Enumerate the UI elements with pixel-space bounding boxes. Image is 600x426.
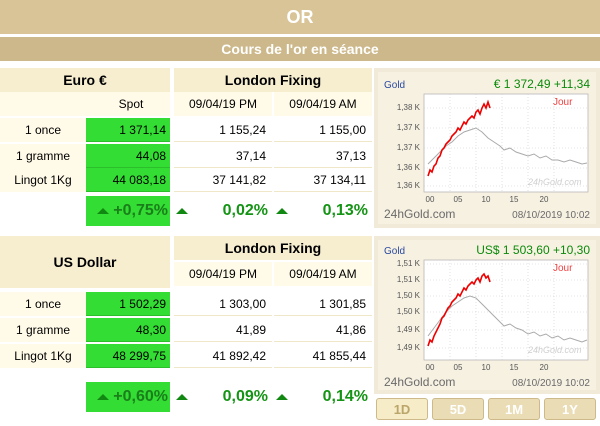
- euro-spot-change: +0,75%: [86, 196, 170, 226]
- usd-row-label: Lingot 1Kg: [0, 344, 86, 368]
- euro-pm-value: 37 141,82: [174, 168, 272, 192]
- usd-x-tick: 20: [540, 363, 549, 372]
- euro-row-label: 1 once: [0, 118, 86, 142]
- usd-y-tick: 1,50 K: [397, 291, 421, 300]
- euro-pm-value: 37,14: [174, 144, 272, 168]
- usd-am-change: 0,14%: [274, 382, 372, 412]
- euro-pm-value: 1 155,24: [174, 118, 272, 142]
- up-arrow-icon: [176, 393, 188, 400]
- euro-spot-value: 44 083,18: [86, 168, 170, 192]
- usd-x-tick: 05: [454, 363, 463, 372]
- period-button-1y[interactable]: 1Y: [544, 398, 596, 420]
- euro-gold-chart: Gold € 1 372,49 +11,34 1,38 K 1,37 K 1,3…: [374, 68, 600, 228]
- euro-footer-brand: 24hGold.com: [384, 207, 455, 221]
- usd-pm-change: 0,09%: [174, 382, 272, 412]
- euro-am-change: 0,13%: [274, 196, 372, 226]
- euro-spot-label: Spot: [0, 92, 170, 116]
- euro-pm-change: 0,02%: [174, 196, 272, 226]
- period-button-1m[interactable]: 1M: [488, 398, 540, 420]
- usd-col-am: 09/04/19 AM: [274, 262, 372, 286]
- euro-x-tick: 00: [426, 195, 435, 204]
- euro-chart-watermark: 24hGold.com: [527, 177, 582, 187]
- up-arrow-icon: [96, 207, 109, 214]
- euro-y-tick: 1,37 K: [397, 143, 421, 152]
- up-arrow-icon: [276, 207, 288, 214]
- usd-x-tick: 10: [482, 363, 491, 372]
- up-arrow-icon: [276, 393, 288, 400]
- usd-pm-value: 1 303,00: [174, 292, 272, 316]
- usd-footer-timestamp: 08/10/2019 10:02: [512, 378, 590, 389]
- usd-y-tick: 1,51 K: [397, 259, 421, 268]
- section-subtitle: Cours de l'or en séance: [0, 37, 600, 61]
- euro-am-value: 1 155,00: [274, 118, 372, 142]
- period-button-5d[interactable]: 5D: [432, 398, 484, 420]
- usd-footer-brand: 24hGold.com: [384, 375, 455, 389]
- usd-row-label: 1 once: [0, 292, 86, 316]
- usd-y-tick: 1,50 K: [397, 307, 421, 316]
- euro-chart-price: € 1 372,49 +11,34: [494, 77, 591, 91]
- usd-x-tick: 00: [426, 363, 435, 372]
- usd-pm-value: 41,89: [174, 318, 272, 342]
- euro-row-label: 1 gramme: [0, 144, 86, 168]
- usd-y-tick: 1,49 K: [397, 325, 421, 334]
- usd-london-fixing-header: London Fixing: [174, 236, 372, 260]
- euro-col-pm: 09/04/19 PM: [174, 92, 272, 116]
- up-arrow-icon: [176, 207, 188, 214]
- euro-spot-value: 44,08: [86, 144, 170, 168]
- usd-gold-chart: Gold US$ 1 503,60 +10,30 1,51 K 1,51 K 1…: [374, 236, 600, 394]
- euro-x-tick: 15: [510, 195, 519, 204]
- page-title: OR: [0, 0, 600, 34]
- usd-chart-svg: Gold US$ 1 503,60 +10,30 1,51 K 1,51 K 1…: [378, 240, 596, 390]
- up-arrow-icon: [96, 393, 109, 400]
- usd-spot-change: +0,60%: [86, 382, 170, 412]
- euro-col-am: 09/04/19 AM: [274, 92, 372, 116]
- usd-x-tick: 15: [510, 363, 519, 372]
- usd-col-pm: 09/04/19 PM: [174, 262, 272, 286]
- usd-row-label: 1 gramme: [0, 318, 86, 342]
- usd-am-value: 41 855,44: [274, 344, 372, 368]
- usd-y-tick: 1,51 K: [397, 275, 421, 284]
- euro-x-tick: 10: [482, 195, 491, 204]
- period-button-1d[interactable]: 1D: [376, 398, 428, 420]
- usd-jour-label: Jour: [553, 263, 573, 274]
- euro-y-tick: 1,36 K: [397, 163, 421, 172]
- usd-chart-brand: Gold: [384, 246, 405, 257]
- euro-chart-brand: Gold: [384, 80, 405, 91]
- euro-footer-timestamp: 08/10/2019 10:02: [512, 210, 590, 221]
- usd-spot-value: 48 299,75: [86, 344, 170, 368]
- usd-pm-value: 41 892,42: [174, 344, 272, 368]
- euro-y-tick: 1,37 K: [397, 123, 421, 132]
- usd-spot-value: 1 502,29: [86, 292, 170, 316]
- usd-am-value: 1 301,85: [274, 292, 372, 316]
- usd-spot-value: 48,30: [86, 318, 170, 342]
- euro-x-tick: 20: [540, 195, 549, 204]
- usd-currency-header: US Dollar: [0, 236, 170, 288]
- euro-row-label: Lingot 1Kg: [0, 168, 86, 192]
- usd-y-tick: 1,49 K: [397, 343, 421, 352]
- usd-am-value: 41,86: [274, 318, 372, 342]
- euro-jour-label: Jour: [553, 97, 573, 108]
- euro-y-tick: 1,36 K: [397, 181, 421, 190]
- euro-currency-header: Euro €: [0, 68, 170, 92]
- usd-chart-watermark: 24hGold.com: [527, 345, 582, 355]
- euro-y-tick: 1,38 K: [397, 103, 421, 112]
- euro-spot-value: 1 371,14: [86, 118, 170, 142]
- usd-chart-price: US$ 1 503,60 +10,30: [476, 243, 590, 257]
- euro-x-tick: 05: [454, 195, 463, 204]
- euro-chart-svg: Gold € 1 372,49 +11,34 1,38 K 1,37 K 1,3…: [378, 72, 596, 224]
- euro-london-fixing-header: London Fixing: [174, 68, 372, 92]
- euro-am-value: 37 134,11: [274, 168, 372, 192]
- euro-am-value: 37,13: [274, 144, 372, 168]
